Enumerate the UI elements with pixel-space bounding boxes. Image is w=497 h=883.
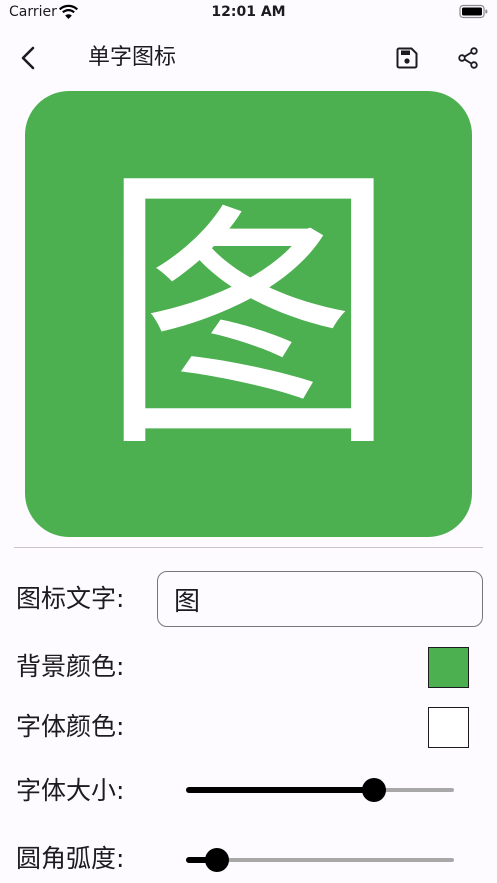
font-color-label: 字体颜色: xyxy=(16,712,125,741)
font-size-label: 字体大小: xyxy=(16,776,125,805)
page-title: 单字图标 xyxy=(88,45,177,70)
icon-text-input[interactable] xyxy=(157,571,483,627)
icon-text-label: 图标文字: xyxy=(16,584,125,613)
divider xyxy=(14,547,483,548)
font-color-swatch[interactable] xyxy=(428,707,469,748)
slider-thumb[interactable] xyxy=(362,778,386,802)
font-size-slider[interactable] xyxy=(186,775,454,805)
slider-active-track xyxy=(186,787,374,793)
share-button[interactable] xyxy=(450,40,486,76)
icon-preview: 图 xyxy=(25,91,472,537)
slider-thumb[interactable] xyxy=(205,848,229,872)
background-color-swatch[interactable] xyxy=(428,647,469,688)
app-bar: 单字图标 xyxy=(0,30,497,86)
status-time: 12:01 AM xyxy=(211,4,286,20)
single-character-icon-screen: Carrier 12:01 AM 单字图标 图 图标文字: 图 背景颜色: 字体… xyxy=(0,0,497,883)
back-button[interactable] xyxy=(10,40,46,76)
share-icon xyxy=(458,47,478,69)
corner-radius-slider[interactable] xyxy=(186,845,454,875)
battery-icon xyxy=(459,4,488,19)
corner-radius-label: 圆角弧度: xyxy=(16,844,125,873)
save-button[interactable] xyxy=(389,40,425,76)
background-color-label: 背景颜色: xyxy=(16,652,125,681)
status-bar: Carrier 12:01 AM xyxy=(0,0,497,26)
save-icon xyxy=(396,47,418,69)
back-arrow-icon xyxy=(21,46,35,70)
icon-preview-glyph: 图 xyxy=(98,139,399,488)
